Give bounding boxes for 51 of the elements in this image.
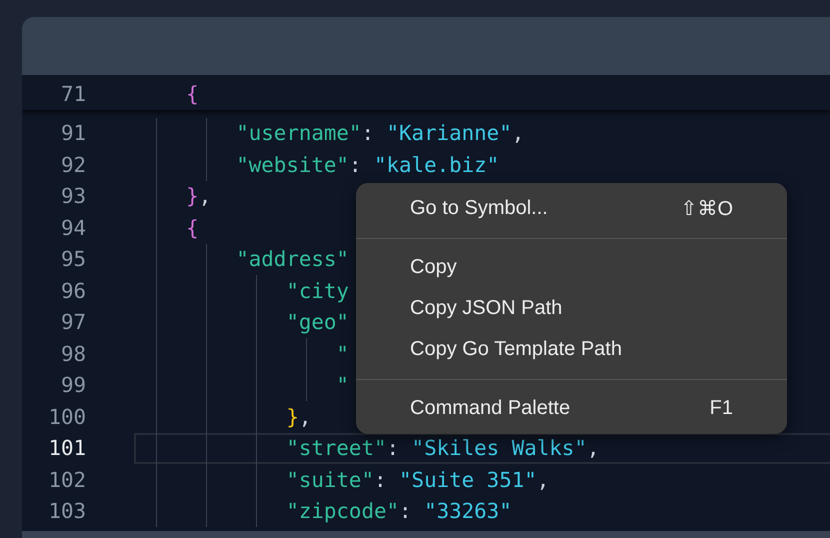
line-number: 92 bbox=[60, 152, 86, 177]
punctuation: : bbox=[348, 152, 362, 177]
line-number: 96 bbox=[60, 278, 86, 303]
json-key: "website" bbox=[86, 152, 349, 177]
scrollbar[interactable] bbox=[22, 531, 830, 538]
json-string: "Karianne" bbox=[386, 121, 512, 146]
bracket: { bbox=[185, 216, 199, 240]
menu-item[interactable]: Command Palette F1 bbox=[356, 388, 787, 429]
line-number: 102 bbox=[47, 468, 86, 492]
punctuation: , bbox=[536, 468, 550, 492]
line-number: 71 bbox=[60, 82, 86, 106]
menu-item[interactable]: Copy Go Template Path bbox=[356, 329, 787, 370]
menu-item[interactable]: Copy JSON Path bbox=[356, 288, 787, 329]
menu-item[interactable]: Copy bbox=[356, 247, 787, 288]
menu-item[interactable]: Go to Symbol... ⇧⌘O bbox=[356, 188, 787, 229]
json-string: "33263" bbox=[424, 499, 512, 524]
json-key: "suite" bbox=[86, 468, 374, 492]
punctuation: , bbox=[298, 404, 312, 429]
punctuation: : bbox=[386, 436, 400, 460]
line-number: 99 bbox=[60, 373, 86, 398]
punctuation: , bbox=[586, 436, 600, 460]
json-key: "zipcode" bbox=[86, 499, 400, 524]
json-key: "street" bbox=[86, 436, 386, 460]
line-number: 98 bbox=[60, 342, 86, 366]
line-number: 103 bbox=[47, 499, 86, 524]
json-key: " bbox=[86, 373, 349, 398]
json-key: "geo" bbox=[86, 310, 349, 334]
line-number: 100 bbox=[47, 404, 86, 429]
line-number: 94 bbox=[60, 216, 86, 240]
json-string: "Skiles Walks" bbox=[412, 436, 587, 460]
bracket: } bbox=[285, 404, 299, 429]
shortcut-label: F1 bbox=[710, 397, 733, 420]
punctuation: : bbox=[374, 468, 388, 492]
punctuation: , bbox=[512, 121, 524, 146]
punctuation: , bbox=[198, 184, 212, 208]
json-key: " bbox=[86, 342, 349, 366]
line-number: 93 bbox=[60, 184, 86, 208]
line-number: 97 bbox=[60, 310, 86, 334]
punctuation: : bbox=[399, 499, 413, 524]
bracket: } bbox=[185, 184, 199, 208]
shortcut-label: ⇧⌘O bbox=[680, 197, 733, 221]
json-string: "Suite 351" bbox=[399, 468, 537, 492]
json-key: "address" bbox=[86, 247, 349, 272]
json-key: "city bbox=[86, 278, 349, 303]
bracket: { bbox=[185, 82, 199, 106]
json-key: "username" bbox=[86, 121, 362, 146]
line-number: 101 bbox=[47, 436, 86, 460]
line-number: 95 bbox=[60, 247, 86, 272]
json-string: "kale.biz" bbox=[374, 152, 500, 177]
punctuation: : bbox=[361, 121, 375, 146]
line-number: 91 bbox=[60, 121, 86, 146]
